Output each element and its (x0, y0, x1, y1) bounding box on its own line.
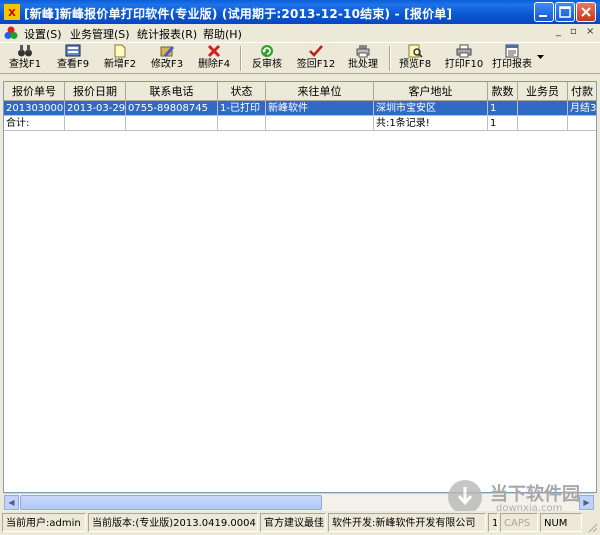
print-report-button[interactable]: 打印报表 (490, 44, 534, 73)
find-button[interactable]: 查找F1 (6, 44, 44, 73)
unapprove-button[interactable]: 反审核 (248, 44, 286, 73)
summary-total: 1 (488, 116, 518, 131)
status-bar: 当前用户:admin 当前版本:(专业版)2013.0419.0004 官方建议… (0, 511, 600, 535)
status-num: NUM (540, 513, 582, 532)
quotation-grid: 报价单号 报价日期 联系电话 状态 来往单位 客户地址 款数 业务员 付款 20… (3, 81, 597, 493)
batch-icon (356, 45, 370, 58)
minimize-button[interactable] (534, 2, 554, 22)
menu-business[interactable]: 业务管理(S) (70, 26, 130, 42)
table-row[interactable]: 2013030001 2013-03-29 0755-89808745 1-已打… (4, 101, 596, 116)
print-button[interactable]: 打印F10 (442, 44, 486, 73)
download-icon (448, 480, 482, 514)
new-label: 新增F2 (103, 59, 137, 70)
summary-cell (518, 116, 568, 131)
batch-button[interactable]: 批处理 (344, 44, 382, 73)
column-header[interactable]: 状态 (218, 82, 266, 101)
column-header[interactable]: 业务员 (518, 82, 568, 101)
summary-record-count: 共:1条记录! (374, 116, 488, 131)
find-label: 查找F1 (8, 59, 42, 70)
status-num1: 1 (488, 513, 498, 532)
undo-approve-icon (261, 45, 273, 57)
mdi-child-icon[interactable] (4, 26, 18, 40)
mdi-minimize-button[interactable]: _ (556, 26, 561, 37)
column-header[interactable]: 来往单位 (266, 82, 374, 101)
cell-company[interactable]: 新峰软件 (266, 101, 374, 116)
preview-button[interactable]: 预览F8 (396, 44, 434, 73)
print-report-label: 打印报表 (492, 59, 532, 70)
cell-payment[interactable]: 月结3 (568, 101, 596, 116)
summary-cell (218, 116, 266, 131)
cell-quote-no[interactable]: 2013030001 (4, 101, 65, 116)
summary-cell (126, 116, 218, 131)
cell-salesperson[interactable] (518, 101, 568, 116)
status-caps: CAPS (500, 513, 538, 532)
delete-button[interactable]: 删除F4 (195, 44, 233, 73)
preview-label: 预览F8 (398, 59, 432, 70)
print-label: 打印F10 (444, 59, 484, 70)
edit-icon (160, 46, 174, 57)
cell-status[interactable]: 1-已打印 (218, 101, 266, 116)
grid-header: 报价单号 报价日期 联系电话 状态 来往单位 客户地址 款数 业务员 付款 (4, 82, 596, 101)
minimize-icon (539, 15, 547, 17)
cell-address[interactable]: 深圳市宝安区 (374, 101, 488, 116)
dropdown-arrow-icon[interactable] (537, 55, 545, 61)
report-icon (505, 44, 519, 58)
summary-label: 合计: (4, 116, 65, 131)
cell-phone[interactable]: 0755-89808745 (126, 101, 218, 116)
status-developer: 软件开发:新峰软件开发有限公司 (328, 513, 486, 532)
binoculars-icon (18, 45, 32, 57)
edit-button[interactable]: 修改F3 (148, 44, 186, 73)
sign-back-button[interactable]: 签回F12 (294, 44, 338, 73)
new-button[interactable]: 新增F2 (101, 44, 139, 73)
sign-back-label: 签回F12 (296, 59, 336, 70)
scroll-left-button[interactable]: ◀ (4, 495, 19, 510)
new-document-icon (114, 44, 126, 58)
mdi-restore-button[interactable]: ▫ (570, 26, 577, 37)
column-header[interactable]: 联系电话 (126, 82, 218, 101)
summary-row: 合计: 共:1条记录! 1 (4, 116, 596, 131)
toolbar: 查找F1 查看F9 新增F2 修改F3 删除F4 反审核 签回F12 批处理 预… (0, 42, 600, 74)
maximize-button[interactable] (555, 2, 575, 22)
delete-icon (207, 44, 221, 58)
column-header[interactable]: 款数 (488, 82, 518, 101)
toolbar-separator (389, 46, 391, 71)
svg-text:X: X (8, 8, 16, 19)
view-icon (65, 44, 81, 57)
app-icon[interactable]: X (4, 4, 20, 20)
menu-reports[interactable]: 统计报表(R) (137, 26, 197, 42)
menu-help[interactable]: 帮助(H) (203, 26, 242, 42)
close-button[interactable] (576, 2, 596, 22)
status-advice: 官方建议最佳 (260, 513, 326, 532)
batch-label: 批处理 (348, 59, 378, 70)
view-label: 查看F9 (56, 59, 90, 70)
scroll-thumb[interactable] (20, 495, 322, 510)
printer-icon (456, 44, 472, 58)
status-version: 当前版本:(专业版)2013.0419.0004 (88, 513, 258, 532)
resize-grip-icon[interactable] (586, 521, 598, 533)
mdi-close-button[interactable]: × (586, 26, 594, 37)
title-bar[interactable]: X [新峰]新峰报价单打印软件(专业版) (试用期于:2013-12-10结束)… (0, 0, 600, 24)
window-title: [新峰]新峰报价单打印软件(专业版) (试用期于:2013-12-10结束) -… (24, 7, 453, 21)
menu-settings[interactable]: 设置(S) (24, 26, 62, 42)
toolbar-separator (240, 46, 242, 71)
cell-quote-date[interactable]: 2013-03-29 (65, 101, 126, 116)
summary-cell (266, 116, 374, 131)
column-header[interactable]: 付款 (568, 82, 596, 101)
column-header[interactable]: 报价日期 (65, 82, 126, 101)
status-user: 当前用户:admin (2, 513, 86, 532)
preview-icon (408, 44, 423, 58)
summary-cell (568, 116, 596, 131)
edit-label: 修改F3 (150, 59, 184, 70)
cell-count[interactable]: 1 (488, 101, 518, 116)
delete-label: 删除F4 (197, 59, 231, 70)
summary-cell (65, 116, 126, 131)
column-header[interactable]: 客户地址 (374, 82, 488, 101)
column-header[interactable]: 报价单号 (4, 82, 65, 101)
menu-bar: 设置(S) 业务管理(S) 统计报表(R) 帮助(H) _ ▫ × (0, 24, 600, 42)
unapprove-label: 反审核 (252, 59, 282, 70)
checkmark-icon (309, 45, 323, 57)
close-icon (581, 7, 591, 17)
view-button[interactable]: 查看F9 (54, 44, 92, 73)
maximize-icon (559, 6, 571, 18)
